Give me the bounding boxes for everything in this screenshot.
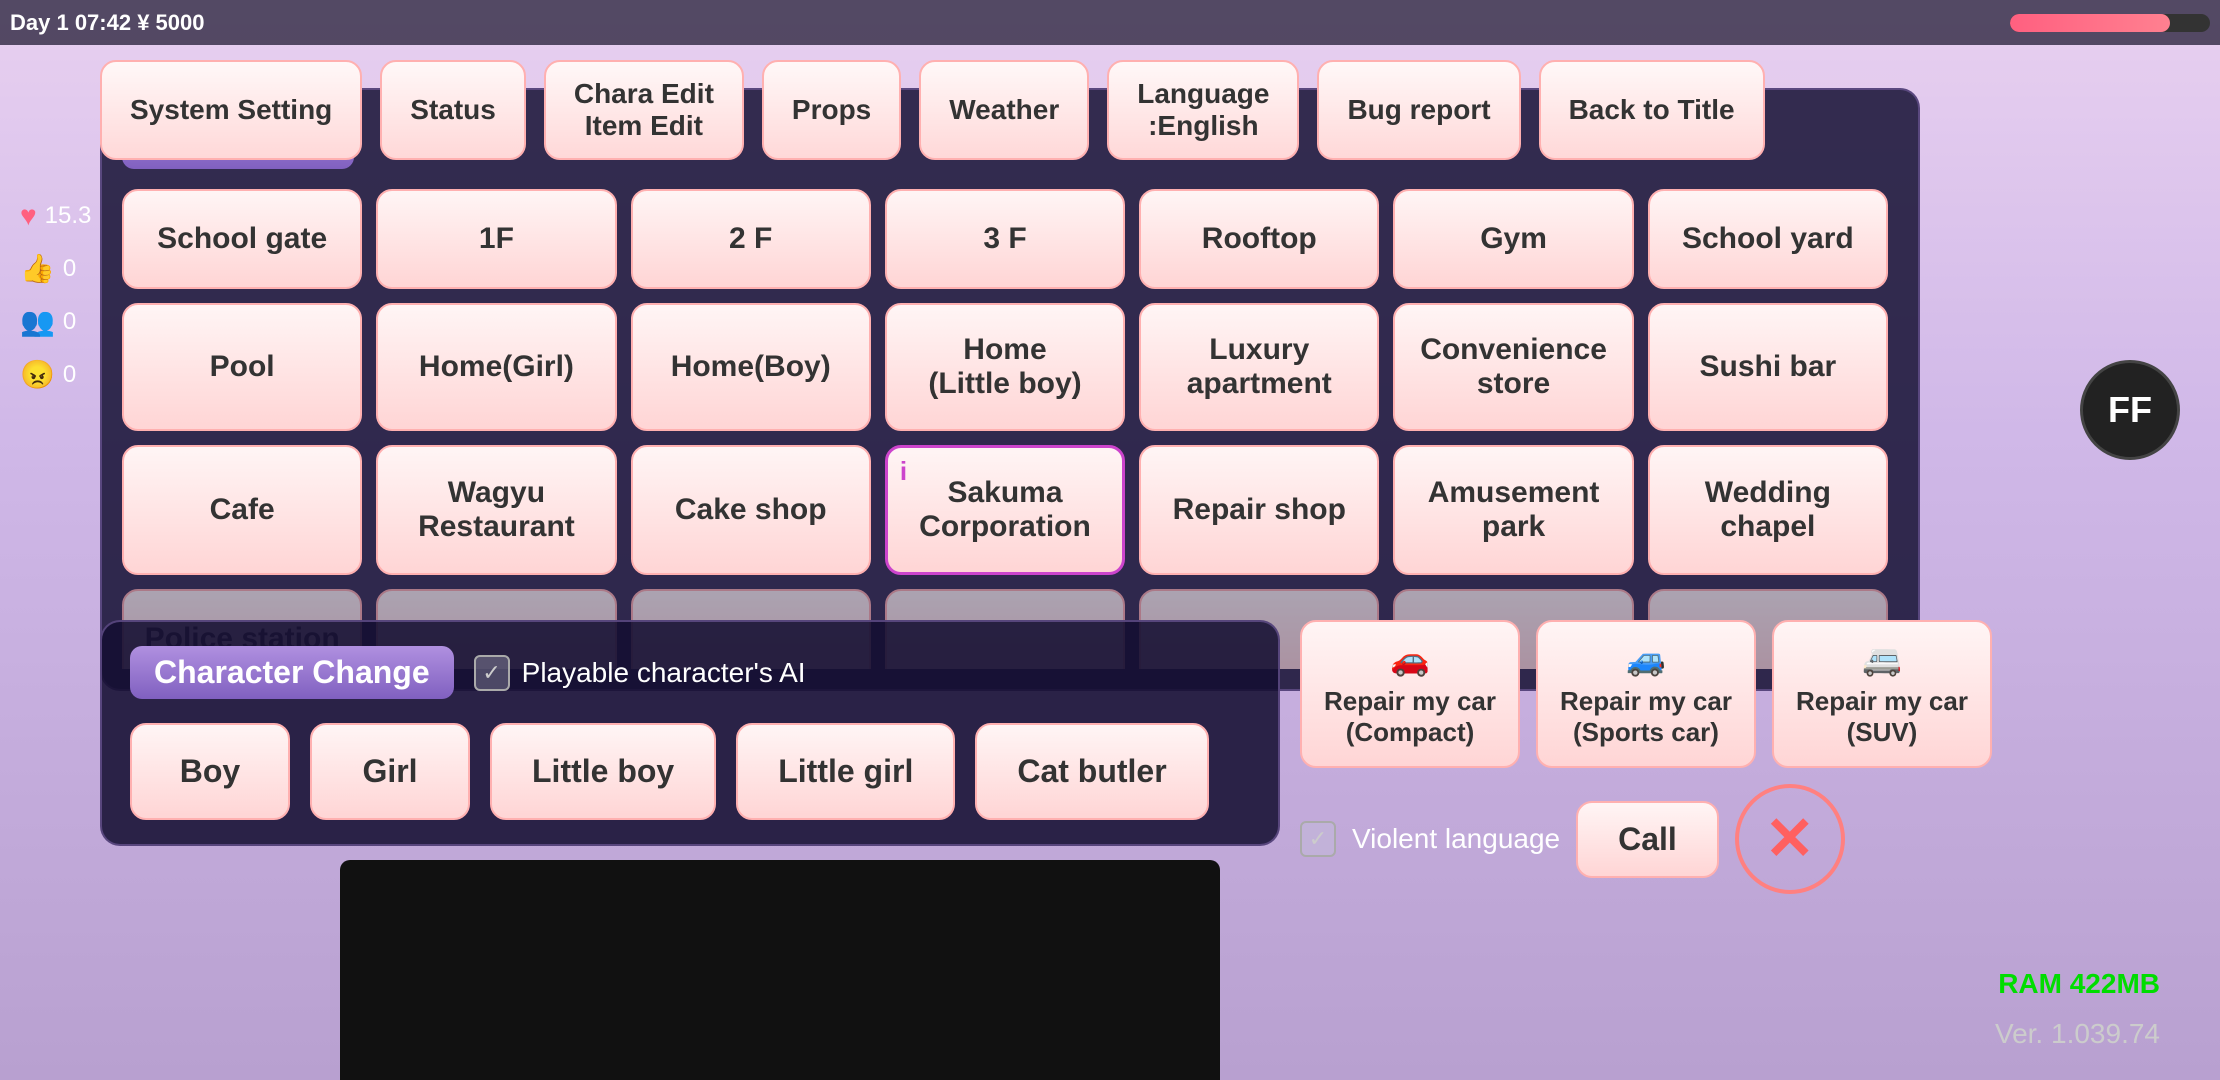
area-grid: School gate 1F 2 F 3 F Rooftop Gym Schoo… (122, 189, 1898, 669)
location-wedding-chapel[interactable]: Weddingchapel (1648, 445, 1888, 575)
char-girl-button[interactable]: Girl (310, 723, 470, 820)
people-icon: 👥 (20, 305, 55, 338)
face-value: 0 (63, 361, 76, 389)
location-amusement-park[interactable]: Amusementpark (1393, 445, 1633, 575)
character-change-title: Character Change (130, 646, 454, 699)
heart-value: 15.3 (45, 202, 92, 230)
heart-icon: ♥ (20, 200, 37, 232)
violent-language-label: Violent language (1352, 823, 1560, 855)
character-change-panel: Character Change ✓ Playable character's … (100, 620, 1280, 846)
status-button[interactable]: Status (380, 60, 526, 160)
people-value: 0 (63, 308, 76, 336)
close-x-icon: ✕ (1765, 809, 1815, 869)
ff-button[interactable]: FF (2080, 360, 2180, 460)
char-buttons: Boy Girl Little boy Little girl Cat butl… (130, 723, 1250, 820)
location-pool[interactable]: Pool (122, 303, 362, 431)
location-home-girl[interactable]: Home(Girl) (376, 303, 616, 431)
call-button[interactable]: Call (1576, 801, 1719, 878)
location-convenience-store[interactable]: Conveniencestore (1393, 303, 1633, 431)
char-boy-button[interactable]: Boy (130, 723, 290, 820)
heart-icon-item: ♥ 15.3 (20, 200, 91, 232)
location-school-yard[interactable]: School yard (1648, 189, 1888, 289)
location-3f[interactable]: 3 F (885, 189, 1125, 289)
language-button[interactable]: Language :English (1107, 60, 1299, 160)
close-button[interactable]: ✕ (1735, 784, 1845, 894)
people-icon-item: 👥 0 (20, 305, 91, 338)
repair-suv-label: Repair my car(SUV) (1796, 686, 1968, 748)
location-sushi-bar[interactable]: Sushi bar (1648, 303, 1888, 431)
ai-checkbox-area[interactable]: ✓ Playable character's AI (474, 655, 806, 691)
ai-checkbox[interactable]: ✓ (474, 655, 510, 691)
ram-info: RAM 422MB (1998, 968, 2160, 1000)
hp-bar-container (2010, 14, 2210, 32)
day-info: Day 1 07:42 ¥ 5000 (10, 10, 205, 36)
location-home-little-boy[interactable]: Home(Little boy) (885, 303, 1125, 431)
ai-checkbox-label: Playable character's AI (522, 657, 806, 689)
repair-compact-label: Repair my car(Compact) (1324, 686, 1496, 748)
area-panel: Area Move School gate 1F 2 F 3 F Rooftop… (100, 88, 1920, 691)
face-icon: 😠 (20, 358, 55, 391)
location-2f[interactable]: 2 F (631, 189, 871, 289)
repair-sports-button[interactable]: 🚙 Repair my car(Sports car) (1536, 620, 1756, 768)
back-to-title-button[interactable]: Back to Title (1539, 60, 1765, 160)
hp-bar (2010, 14, 2210, 32)
repair-compact-button[interactable]: 🚗 Repair my car(Compact) (1300, 620, 1520, 768)
location-wagyu-restaurant[interactable]: WagyuRestaurant (376, 445, 616, 575)
location-gym[interactable]: Gym (1393, 189, 1633, 289)
weather-button[interactable]: Weather (919, 60, 1089, 160)
face-icon-item: 😠 0 (20, 358, 91, 391)
like-icon-item: 👍 0 (20, 252, 91, 285)
like-icon: 👍 (20, 252, 55, 285)
like-value: 0 (63, 255, 76, 283)
sports-car-icon: 🚙 (1626, 640, 1666, 678)
props-button[interactable]: Props (762, 60, 901, 160)
hp-fill (2010, 14, 2170, 32)
chara-edit-button[interactable]: Chara Edit Item Edit (544, 60, 744, 160)
char-cat-butler-button[interactable]: Cat butler (975, 723, 1208, 820)
repair-suv-button[interactable]: 🚐 Repair my car(SUV) (1772, 620, 1992, 768)
location-repair-shop[interactable]: Repair shop (1139, 445, 1379, 575)
top-bar: Day 1 07:42 ¥ 5000 (0, 0, 2220, 45)
location-1f[interactable]: 1F (376, 189, 616, 289)
char-little-boy-button[interactable]: Little boy (490, 723, 716, 820)
location-school-gate[interactable]: School gate (122, 189, 362, 289)
right-panel: 🚗 Repair my car(Compact) 🚙 Repair my car… (1300, 620, 2120, 894)
version-info: Ver. 1.039.74 (1995, 1018, 2160, 1050)
location-cake-shop[interactable]: Cake shop (631, 445, 871, 575)
nav-buttons: System Setting Status Chara Edit Item Ed… (100, 50, 2020, 170)
location-luxury-apartment[interactable]: Luxuryapartment (1139, 303, 1379, 431)
left-icons: ♥ 15.3 👍 0 👥 0 😠 0 (20, 200, 91, 391)
location-cafe[interactable]: Cafe (122, 445, 362, 575)
violent-lang-checkbox[interactable]: ✓ (1300, 821, 1336, 857)
extras-row: ✓ Violent language Call ✕ (1300, 784, 2120, 894)
location-rooftop[interactable]: Rooftop (1139, 189, 1379, 289)
location-sakuma-corporation[interactable]: i SakumaCorporation (885, 445, 1125, 575)
car-repair-row: 🚗 Repair my car(Compact) 🚙 Repair my car… (1300, 620, 2120, 768)
video-area (340, 860, 1220, 1080)
location-home-boy[interactable]: Home(Boy) (631, 303, 871, 431)
suv-car-icon: 🚐 (1862, 640, 1902, 678)
repair-sports-label: Repair my car(Sports car) (1560, 686, 1732, 748)
bug-report-button[interactable]: Bug report (1317, 60, 1520, 160)
char-panel-header: Character Change ✓ Playable character's … (130, 646, 1250, 699)
char-little-girl-button[interactable]: Little girl (736, 723, 955, 820)
system-setting-button[interactable]: System Setting (100, 60, 362, 160)
compact-car-icon: 🚗 (1390, 640, 1430, 678)
